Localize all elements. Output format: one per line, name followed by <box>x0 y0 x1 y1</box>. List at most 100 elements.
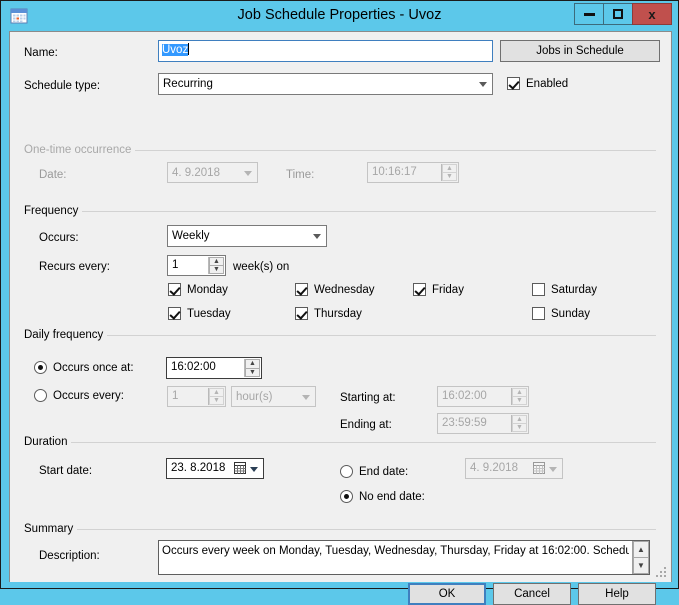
one-time-time-label: Time: <box>286 169 315 181</box>
day-checkbox-sunday[interactable]: Sunday <box>532 307 590 320</box>
ending-at-spinner[interactable]: ▲ ▼ <box>511 415 527 432</box>
day-checkbox-monday[interactable]: Monday <box>168 283 228 296</box>
description-textarea[interactable]: Occurs every week on Monday, Tuesday, We… <box>158 540 650 575</box>
start-date-input[interactable]: 23. 8.2018 <box>166 458 264 479</box>
day-label: Monday <box>187 283 228 296</box>
occurs-once-time-input[interactable]: 16:02:00 ▲ ▼ <box>166 357 262 379</box>
checkbox-box <box>168 283 181 296</box>
checkbox-box <box>295 307 308 320</box>
one-time-date-value: 4. 9.2018 <box>172 167 220 179</box>
end-date-radio[interactable]: End date: <box>340 465 408 478</box>
description-scrollbar[interactable]: ▲ ▼ <box>632 541 649 574</box>
chevron-down-icon[interactable] <box>250 466 258 472</box>
day-checkbox-friday[interactable]: Friday <box>413 283 464 296</box>
scroll-up-icon[interactable]: ▲ <box>633 541 649 557</box>
jobs-in-schedule-button[interactable]: Jobs in Schedule <box>500 40 660 62</box>
day-label: Saturday <box>551 283 598 296</box>
day-label: Wednesday <box>314 283 375 296</box>
enabled-label: Enabled <box>526 77 569 90</box>
day-checkbox-wednesday[interactable]: Wednesday <box>295 283 375 296</box>
frequency-group-label: Frequency <box>24 205 83 217</box>
spinner-down-icon[interactable]: ▼ <box>512 423 527 432</box>
spinner-down-icon[interactable]: ▼ <box>245 367 260 377</box>
chevron-down-icon <box>313 234 321 239</box>
close-button[interactable]: x <box>632 3 672 25</box>
occurs-once-time-value: 16:02:00 <box>171 361 216 373</box>
end-date-input[interactable]: 4. 9.2018 <box>465 458 563 479</box>
starting-at-input[interactable]: 16:02:00 ▲ ▼ <box>437 386 529 407</box>
daily-frequency-group-divider <box>24 335 656 336</box>
day-checkbox-saturday[interactable]: Saturday <box>532 283 597 296</box>
day-checkbox-tuesday[interactable]: Tuesday <box>168 307 231 320</box>
spinner-down-icon[interactable]: ▼ <box>209 265 224 274</box>
window-controls: x <box>574 3 672 25</box>
cancel-button[interactable]: Cancel <box>493 583 571 605</box>
occurs-every-interval-value: 1 <box>172 390 179 402</box>
one-time-time-input[interactable]: 10:16:17 ▲ ▼ <box>367 162 459 183</box>
name-input[interactable]: Uvoz <box>158 40 493 62</box>
one-time-time-value: 10:16:17 <box>372 166 417 178</box>
radio-dot <box>34 361 47 374</box>
chevron-down-icon <box>479 82 487 87</box>
end-date-label: End date: <box>359 465 409 478</box>
calendar-icon[interactable] <box>533 462 545 474</box>
spinner-up-icon[interactable]: ▲ <box>512 415 527 423</box>
resize-grip[interactable] <box>656 567 668 579</box>
maximize-button[interactable] <box>603 3 633 25</box>
ending-at-label: Ending at: <box>340 419 392 431</box>
no-end-date-radio[interactable]: No end date: <box>340 490 425 503</box>
checkbox-box <box>413 283 426 296</box>
recurs-unit-label: week(s) on <box>233 261 290 273</box>
dialog-client-area: Name: Uvoz Jobs in Schedule Schedule typ… <box>9 31 672 605</box>
ending-at-input[interactable]: 23:59:59 ▲ ▼ <box>437 413 529 434</box>
duration-group-label: Duration <box>24 436 72 448</box>
spinner-up-icon[interactable]: ▲ <box>245 359 260 368</box>
title-bar[interactable]: Job Schedule Properties - Uvoz x <box>1 1 678 31</box>
recurs-every-input[interactable]: 1 ▲ ▼ <box>167 255 226 276</box>
day-label: Tuesday <box>187 307 231 320</box>
occurs-label: Occurs: <box>39 232 79 244</box>
occurs-once-spinner[interactable]: ▲ ▼ <box>244 359 260 377</box>
spinner-up-icon[interactable]: ▲ <box>209 388 224 396</box>
spinner-down-icon[interactable]: ▼ <box>442 172 457 181</box>
starting-at-spinner[interactable]: ▲ ▼ <box>511 388 527 405</box>
minimize-button[interactable] <box>574 3 604 25</box>
one-time-date-select[interactable]: 4. 9.2018 <box>167 162 258 183</box>
occurs-every-interval-input[interactable]: 1 ▲ ▼ <box>167 386 226 407</box>
chevron-down-icon[interactable] <box>549 466 557 472</box>
schedule-type-select[interactable]: Recurring <box>158 73 493 95</box>
occurs-once-radio[interactable]: Occurs once at: <box>34 361 134 374</box>
one-time-occurrence-group-label: One-time occurrence <box>24 144 136 156</box>
name-label: Name: <box>24 47 58 59</box>
scroll-down-icon[interactable]: ▼ <box>633 557 649 574</box>
spinner-up-icon[interactable]: ▲ <box>442 164 457 172</box>
day-checkbox-thursday[interactable]: Thursday <box>295 307 362 320</box>
calendar-icon[interactable] <box>234 462 246 474</box>
occurs-every-unit-select[interactable]: hour(s) <box>231 386 316 407</box>
ok-button[interactable]: OK <box>408 583 486 605</box>
description-label: Description: <box>39 550 100 562</box>
help-button[interactable]: Help <box>578 583 656 605</box>
radio-dot <box>340 490 353 503</box>
occurs-every-radio[interactable]: Occurs every: <box>34 389 124 402</box>
occurs-every-spinner[interactable]: ▲ ▼ <box>208 388 224 405</box>
daily-frequency-group-label: Daily frequency <box>24 329 108 341</box>
spinner-up-icon[interactable]: ▲ <box>209 257 224 265</box>
minimize-icon <box>583 12 595 16</box>
summary-group-divider <box>24 529 656 530</box>
spinner-down-icon[interactable]: ▼ <box>209 396 224 405</box>
recurs-spinner[interactable]: ▲ ▼ <box>208 257 224 274</box>
time-spinner[interactable]: ▲ ▼ <box>441 164 457 181</box>
checkbox-box <box>168 307 181 320</box>
duration-group-divider <box>24 442 656 443</box>
chevron-down-icon <box>302 394 310 400</box>
enabled-checkbox[interactable]: Enabled <box>507 77 568 90</box>
spinner-down-icon[interactable]: ▼ <box>512 396 527 405</box>
checkbox-box <box>507 77 520 90</box>
occurs-select[interactable]: Weekly <box>167 225 327 247</box>
chevron-down-icon <box>244 170 252 176</box>
occurs-every-unit-value: hour(s) <box>236 391 273 403</box>
frequency-group-divider <box>24 211 656 212</box>
checkbox-box <box>532 283 545 296</box>
spinner-up-icon[interactable]: ▲ <box>512 388 527 396</box>
